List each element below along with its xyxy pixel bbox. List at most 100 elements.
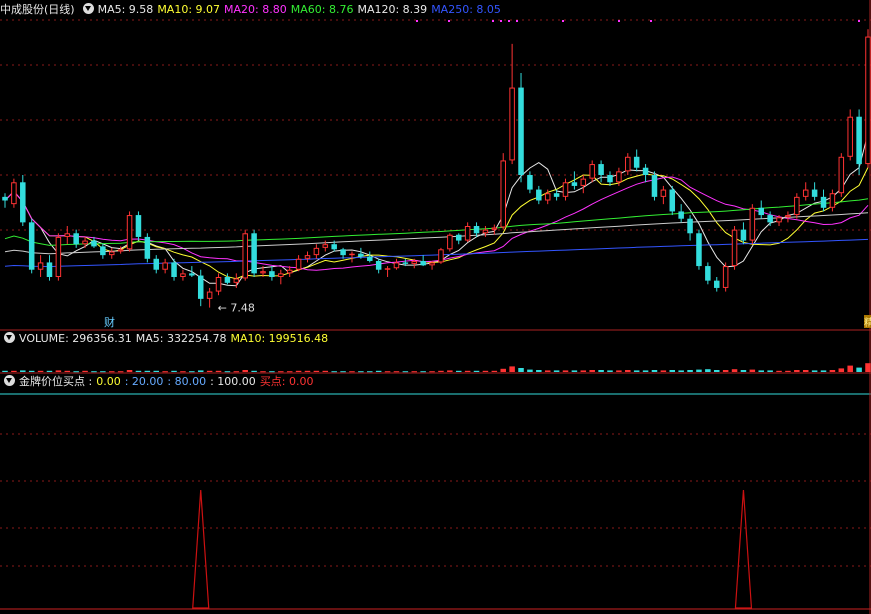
candle-body xyxy=(598,164,604,175)
candle-body xyxy=(722,266,729,288)
ma10-line xyxy=(4,167,869,280)
indicator-v2: : 20.00 xyxy=(124,375,164,388)
candle-body xyxy=(180,273,186,278)
price-legend: 中成股份(日线) MA5: 9.58 MA10: 9.07 MA20: 8.80 MA6… xyxy=(0,2,509,18)
volume-bar xyxy=(491,370,498,372)
volume-bar xyxy=(589,370,595,372)
candle-body xyxy=(678,211,684,219)
finance-tag: 财 xyxy=(104,315,115,329)
ma-legend-item: MA60: 8.76 xyxy=(290,3,354,16)
volume-bar xyxy=(304,370,311,372)
candle-body xyxy=(802,189,809,197)
volume-bar xyxy=(464,370,471,372)
candle-body xyxy=(740,229,747,241)
volume-bar xyxy=(518,368,524,372)
candle-body xyxy=(687,218,693,234)
volume-bar xyxy=(171,370,177,372)
candle-body xyxy=(64,233,71,237)
candle-body xyxy=(696,233,702,267)
candle-body xyxy=(553,193,560,197)
candle-body xyxy=(856,116,862,165)
ma-legend-item: MA20: 8.80 xyxy=(224,3,287,16)
volume-bar xyxy=(109,371,115,373)
candle-body xyxy=(660,189,667,197)
volume-bar xyxy=(651,370,658,372)
volume-bar xyxy=(544,370,551,372)
volume-bar xyxy=(553,370,560,372)
candle-body xyxy=(2,196,8,201)
candle-body xyxy=(82,240,88,245)
candle-body xyxy=(589,164,595,179)
volume-bar xyxy=(776,370,782,372)
candlestick-series[interactable] xyxy=(2,29,871,308)
volume-bar xyxy=(295,370,302,372)
candle-body xyxy=(580,178,587,186)
ma-legend-item: MA10: 9.07 xyxy=(157,3,221,16)
candle-body xyxy=(233,278,240,283)
candle-body xyxy=(482,229,489,234)
buy-point-label: 买点: 0.00 xyxy=(259,375,314,388)
candle-body xyxy=(420,260,426,266)
low-price-marker: ← 7.48 xyxy=(218,302,255,315)
candle-body xyxy=(358,253,364,257)
volume-bar xyxy=(642,370,649,372)
volume-bar xyxy=(500,368,506,372)
volume-bar xyxy=(367,371,373,373)
right-tag: 精 xyxy=(864,316,871,329)
volume-bar xyxy=(64,370,71,372)
volume-bar xyxy=(278,371,284,373)
candle-body xyxy=(705,266,711,281)
candle-body xyxy=(269,271,275,277)
volume-bar xyxy=(705,369,711,372)
volume-bar xyxy=(447,370,453,372)
candle-body xyxy=(500,160,506,228)
volume-bar xyxy=(420,371,426,373)
candle-body xyxy=(144,236,151,259)
candle-body xyxy=(189,273,195,276)
volume-bar xyxy=(322,370,329,372)
volume-bar xyxy=(73,371,79,373)
volume-bar xyxy=(616,370,622,372)
volume-bar xyxy=(55,370,62,372)
volume-value: VOLUME: 296356.31 xyxy=(19,332,132,345)
candle-body xyxy=(633,156,640,168)
candle-body xyxy=(749,207,756,241)
signal-dot xyxy=(416,20,418,22)
volume-bar xyxy=(144,370,151,372)
volume-bar xyxy=(2,370,8,372)
candle-body xyxy=(117,249,124,252)
candle-body xyxy=(286,269,293,274)
volume-bar xyxy=(527,369,533,372)
volume-bar xyxy=(678,370,684,372)
candle-body xyxy=(109,251,115,256)
volume-bar xyxy=(794,370,800,372)
dropdown-icon[interactable] xyxy=(82,3,94,14)
candle-body xyxy=(429,262,435,266)
volume-bar xyxy=(482,370,489,372)
candle-body xyxy=(313,247,320,256)
candle-body xyxy=(349,253,355,256)
indicator-legend: 金牌价位买点 :0.00: 20.00: 80.00: 100.00 买点: 0.… xyxy=(0,374,318,390)
volume-bar xyxy=(749,369,756,372)
candle-body xyxy=(411,260,418,264)
volume-bar xyxy=(393,371,400,373)
stock-chart[interactable]: ← 7.48 财 精 xyxy=(0,0,871,614)
volume-bar xyxy=(758,370,764,372)
candle-body xyxy=(607,175,613,183)
dropdown-icon[interactable] xyxy=(4,332,15,343)
indicator-v3: : 80.00 xyxy=(167,375,207,388)
indicator-v4: : 100.00 xyxy=(210,375,256,388)
dropdown-icon[interactable] xyxy=(4,375,15,386)
signal-dot xyxy=(516,20,518,22)
signal-dot xyxy=(492,20,494,22)
candle-body xyxy=(28,222,35,270)
candle-body xyxy=(55,236,62,278)
candle-body xyxy=(767,215,773,223)
candle-body xyxy=(375,260,382,270)
volume-bar xyxy=(607,370,613,372)
candle-body xyxy=(536,189,542,201)
volume-bar xyxy=(37,370,44,372)
volume-bar xyxy=(117,371,124,373)
indicator-name: 金牌价位买点 : xyxy=(19,375,93,388)
volume-bar xyxy=(251,370,257,372)
